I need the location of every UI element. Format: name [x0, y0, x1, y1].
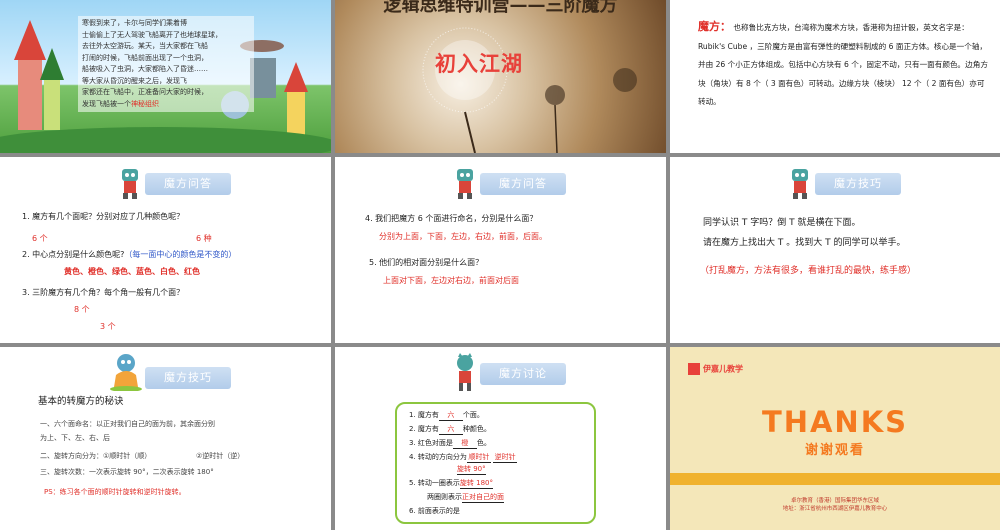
answer-2: 黄色、橙色、绿色、蓝色、白色、红色 — [64, 267, 200, 276]
tips-heading: 基本的转魔方的秘诀 — [38, 396, 124, 407]
girl-mascot-icon — [110, 354, 142, 391]
slide-8-thumbnail[interactable]: 魔方讨论 1. 魔方有六个面。 2. 魔方有六种颜色。 3. 红色对面是橙色。 … — [335, 347, 666, 530]
robot-mascot-icon — [792, 169, 808, 199]
footer-text: 卓尔教育（香港）国际集团华东区域 地址：浙江省杭州市西湖区伊嘉儿教育中心 — [670, 497, 1000, 513]
question-5: 5. 他们的相对面分别是什么面？ — [369, 258, 484, 267]
footer-line-2: 地址：浙江省杭州市西湖区伊嘉儿教育中心 — [782, 506, 888, 512]
footer-line-1: 卓尔教育（香港）国际集团华东区域 — [790, 498, 879, 504]
section-badge: 魔方问答 — [480, 173, 566, 195]
t-letter-line: 同学认识 T 字吗？倒 T 就是横在下面。 — [703, 218, 861, 228]
slide-7-thumbnail[interactable]: 魔方技巧 基本的转魔方的秘诀 一、六个面命名：以正对我们自己的面为前，其余面分别… — [0, 347, 331, 530]
story-line: 士偷偷上了无人驾驶飞船离开了也地球星球， — [82, 30, 222, 39]
term-label: 魔方： — [698, 20, 731, 33]
answer-3a: 8 个 — [74, 305, 90, 314]
story-line: 船被吸入了虫洞，大家都陷入了昏迷…… — [82, 65, 208, 73]
cat-mascot-icon — [457, 353, 473, 391]
thanks-subtitle: 谢谢观看 — [804, 443, 865, 458]
quiz-row-1: 1. 魔方有六个面。 — [409, 411, 484, 421]
question-4: 4. 我们把魔方 6 个面进行命名，分别是什么面？ — [365, 214, 538, 223]
slide-1-thumbnail[interactable]: 寒假到来了，卡尔与同学们乘着博 士偷偷上了无人驾驶飞船离开了也地球星球， 去往外… — [0, 0, 331, 153]
story-text: 寒假到来了，卡尔与同学们乘着博 士偷偷上了无人驾驶飞船离开了也地球星球， 去往外… — [78, 16, 254, 112]
robot-mascot-icon — [122, 169, 138, 199]
rubiks-definition: 魔方： 也称鲁比克方块，台湾称为魔术方块，香港称为扭计骰，英文名字是： Rubi… — [698, 18, 988, 112]
story-line: 寒假到来了，卡尔与同学们乘着博 — [82, 19, 187, 27]
answer-3b: 3 个 — [100, 322, 116, 331]
find-t-line: 请在魔方上找出大 T 。找到大 T 的同学可以举手。 — [703, 238, 906, 248]
story-line: 打闹的时候，飞船前面出现了一个虫洞， — [82, 53, 208, 62]
brand-logo: 伊嘉儿教学 — [688, 363, 743, 375]
robot-mascot-icon — [457, 169, 473, 199]
thanks-title: THANKS — [761, 405, 909, 439]
story-line: 去往外太空游玩。某天，当大家都在飞船 — [82, 42, 208, 50]
quiz-row-6: 6. 前面表示的是 — [409, 507, 460, 515]
story-highlight: 神秘组织 — [131, 99, 159, 108]
slide-subtitle: 初入江湖 — [435, 52, 523, 76]
ps-note: PS：练习各个面的顺时针旋转和逆时针旋转。 — [44, 488, 186, 496]
tip-1: 一、六个面命名：以正对我们自己的面为前，其余面分别 — [40, 420, 215, 428]
tip-1b: 为上、下、左、右、后 — [40, 434, 110, 442]
tip-2b: ②逆时针（逆） — [196, 452, 245, 460]
slide-6-thumbnail[interactable]: 魔方技巧 同学认识 T 字吗？倒 T 就是横在下面。 请在魔方上找出大 T 。找… — [670, 157, 1000, 343]
quiz-box: 1. 魔方有六个面。 2. 魔方有六种颜色。 3. 红色对面是橙色。 4. 转动… — [395, 402, 596, 524]
quiz-row-5: 5. 转动一圈表示旋转 180° — [409, 479, 493, 489]
quiz-row-4: 4. 转动的方向分为 顺时针 逆时针 — [409, 453, 518, 463]
answer-1b: 6 种 — [196, 234, 212, 243]
tip-3: 三、旋转次数：一次表示旋转 90°，二次表示旋转 180° — [40, 468, 214, 476]
slide-title: 逻辑思维特训营——三阶魔方 — [383, 0, 618, 16]
question-1: 1. 魔方有几个面呢？分别对应了几种颜色呢？ — [22, 212, 185, 221]
slide-3-thumbnail[interactable]: 魔方： 也称鲁比克方块，台湾称为魔术方块，香港称为扭计骰，英文名字是： Rubi… — [670, 0, 1000, 153]
quiz-row-4b: 旋转 90° — [457, 465, 486, 475]
story-line: 发现飞船被一个神秘组织 — [82, 99, 159, 108]
slide-9-thumbnail[interactable]: 伊嘉儿教学 THANKS 谢谢观看 卓尔教育（香港）国际集团华东区域 地址：浙江… — [670, 347, 1000, 530]
story-line: 等大家从昏沉的醒来之后，发现飞 — [82, 76, 187, 85]
decorative-stripe — [670, 473, 1000, 485]
slide-4-thumbnail[interactable]: 魔方问答 1. 魔方有几个面呢？分别对应了几种颜色呢？ 6 个 6 种 2. 中… — [0, 157, 331, 343]
definition-text: 也称鲁比克方块，台湾称为魔术方块，香港称为扭计骰，英文名字是： Rubik's … — [698, 23, 988, 106]
answer-5: 上面对下面，左边对右边，前面对后面 — [383, 276, 519, 285]
quiz-row-5b: 两圈则表示正对自己的面 — [427, 493, 504, 503]
question-3: 3. 三阶魔方有几个角？每个角一般有几个面？ — [22, 288, 185, 297]
slide-5-thumbnail[interactable]: 魔方问答 4. 我们把魔方 6 个面进行命名，分别是什么面？ 分别为上面，下面，… — [335, 157, 666, 343]
quiz-row-2: 2. 魔方有六种颜色。 — [409, 425, 491, 435]
story-line: 家都还在飞船中，正准备问大家的时候， — [82, 88, 208, 96]
quiz-row-3: 3. 红色对面是橙色。 — [409, 439, 491, 449]
slide-2-thumbnail[interactable]: 逻辑思维特训营——三阶魔方 初入江湖 — [335, 0, 666, 153]
logo-icon — [688, 363, 700, 375]
scramble-note: （打乱魔方，方法有很多，看谁打乱的最快，练手感） — [700, 266, 917, 276]
answer-1a: 6 个 — [32, 234, 48, 243]
answer-4: 分别为上面，下面，左边，右边，前面，后面。 — [379, 232, 547, 241]
question-2: 2. 中心点分别是什么颜色呢?（每一面中心的颜色是不变的） — [22, 250, 237, 259]
section-badge: 魔方问答 — [145, 173, 231, 195]
section-badge: 魔方技巧 — [145, 367, 231, 389]
section-badge: 魔方技巧 — [815, 173, 901, 195]
tip-2a: 二、旋转方向分为：①顺时针（顺） — [40, 452, 152, 460]
section-badge: 魔方讨论 — [480, 363, 566, 385]
